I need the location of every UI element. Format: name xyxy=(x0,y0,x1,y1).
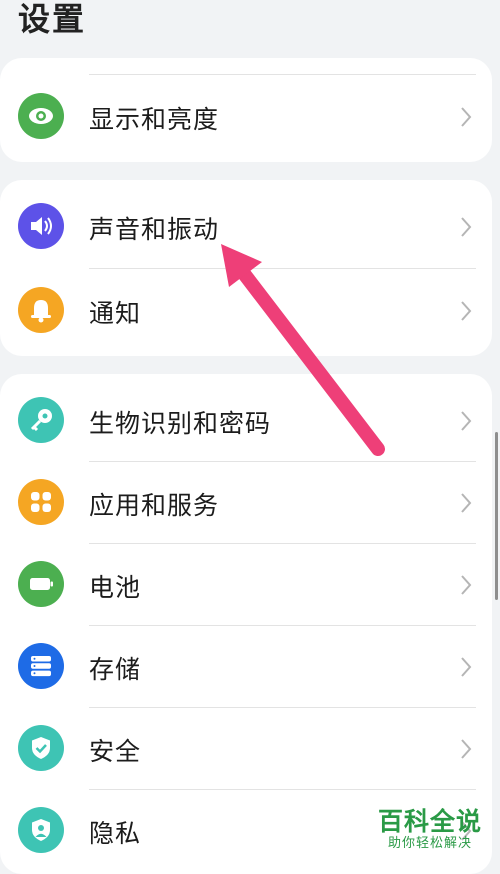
storage-icon xyxy=(18,643,64,689)
chevron-right-icon xyxy=(461,493,472,513)
divider xyxy=(89,74,476,75)
watermark-logo: 百科全说 助你轻松解决 xyxy=(374,802,494,858)
apps-grid-icon xyxy=(18,479,64,525)
settings-group-sound: 声音和振动 通知 xyxy=(0,180,492,356)
settings-item-battery[interactable]: 电池 xyxy=(0,544,492,626)
battery-icon xyxy=(18,561,64,607)
scrollbar[interactable] xyxy=(495,432,498,600)
page-title: 设置 xyxy=(18,0,87,38)
shield-check-icon xyxy=(18,725,64,771)
settings-group-display: 显示和亮度 xyxy=(0,58,492,162)
settings-item-label: 隐私 xyxy=(89,819,142,848)
bell-icon xyxy=(18,287,64,333)
settings-item-label: 安全 xyxy=(89,737,142,766)
settings-item-biometrics-password[interactable]: 生物识别和密码 xyxy=(0,380,492,462)
settings-item-sound-vibration[interactable]: 声音和振动 xyxy=(0,186,492,268)
chevron-right-icon xyxy=(461,301,472,321)
chevron-right-icon xyxy=(461,411,472,431)
chevron-right-icon xyxy=(461,107,472,127)
chevron-right-icon xyxy=(461,575,472,595)
settings-item-label: 通知 xyxy=(89,299,142,328)
privacy-icon xyxy=(18,807,64,853)
settings-item-storage[interactable]: 存储 xyxy=(0,626,492,708)
settings-group-system: 生物识别和密码 应用和服务 电池 存储 安全 隐私 xyxy=(0,374,492,874)
settings-item-apps-services[interactable]: 应用和服务 xyxy=(0,462,492,544)
settings-item-security[interactable]: 安全 xyxy=(0,708,492,790)
volume-icon xyxy=(18,203,64,249)
eye-icon xyxy=(18,93,64,139)
settings-item-label: 应用和服务 xyxy=(89,491,220,520)
chevron-right-icon xyxy=(461,217,472,237)
settings-item-label: 显示和亮度 xyxy=(89,105,220,134)
key-icon xyxy=(18,397,64,443)
settings-item-display-brightness[interactable]: 显示和亮度 xyxy=(0,76,492,158)
chevron-right-icon xyxy=(461,657,472,677)
settings-item-label: 生物识别和密码 xyxy=(89,409,272,438)
settings-item-notifications[interactable]: 通知 xyxy=(0,270,492,352)
settings-item-label: 存储 xyxy=(89,655,142,684)
divider xyxy=(89,268,476,269)
watermark-subtitle: 助你轻松解决 xyxy=(387,836,472,851)
settings-item-label: 声音和振动 xyxy=(89,215,220,244)
settings-item-label: 电池 xyxy=(89,573,142,602)
chevron-right-icon xyxy=(461,739,472,759)
